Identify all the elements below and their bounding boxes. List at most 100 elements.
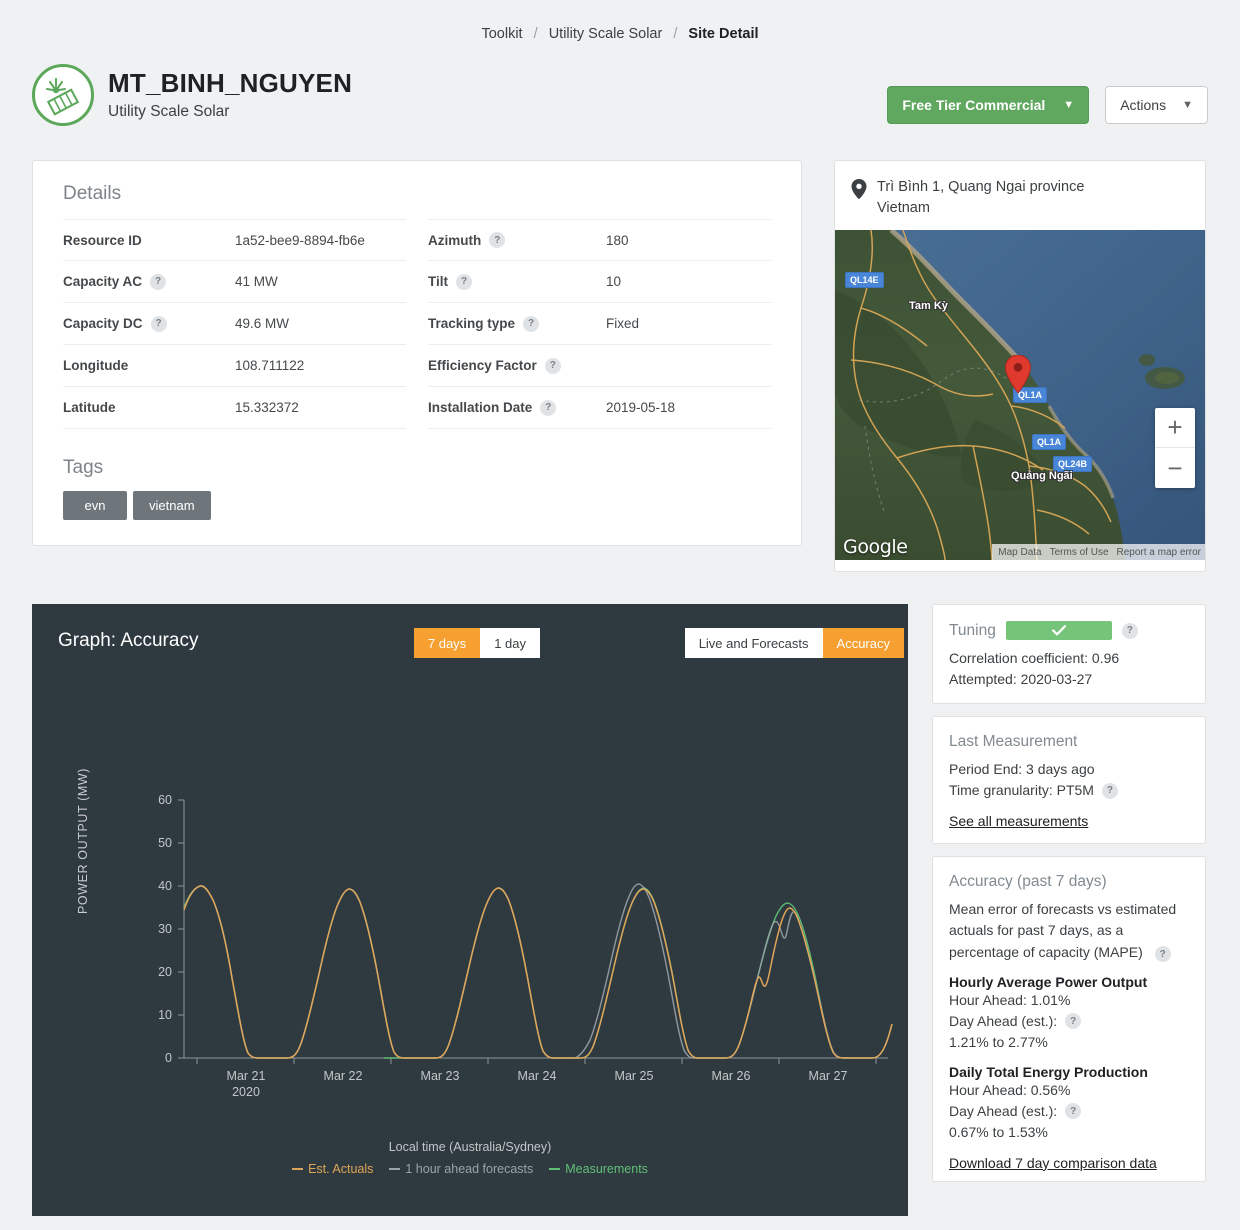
see-all-measurements-link[interactable]: See all measurements xyxy=(949,813,1088,829)
accuracy-section-hourly-title: Hourly Average Power Output xyxy=(949,973,1148,990)
map-address: Trì Bình 1, Quang Ngai province Vietnam xyxy=(877,177,1084,218)
detail-label: Capacity AC xyxy=(63,274,143,289)
detail-label: Capacity DC xyxy=(63,316,143,331)
help-icon[interactable]: ? xyxy=(1065,1103,1082,1120)
tuning-status-badge xyxy=(1005,621,1112,640)
accuracy-daily-day-ahead-row: Day Ahead (est.): ? xyxy=(949,1101,1189,1122)
detail-value: 1a52-bee9-8894-fb6e xyxy=(235,232,365,248)
breadcrumb-item-toolkit[interactable]: Toolkit xyxy=(481,26,522,42)
chart-svg xyxy=(178,799,893,1064)
detail-row-efficiency-factor: Efficiency Factor? xyxy=(428,345,771,387)
map-attribution-report[interactable]: Report a map error xyxy=(1117,547,1201,558)
detail-row-capacity-dc: Capacity DC? 49.6 MW xyxy=(63,303,406,345)
accuracy-description-row: Mean error of forecasts vs estimated act… xyxy=(949,899,1189,963)
page-root: Toolkit / Utility Scale Solar / Site Det… xyxy=(0,0,1240,1230)
accuracy-hourly-day-ahead-row: Day Ahead (est.): ? xyxy=(949,1011,1189,1032)
help-icon[interactable]: ? xyxy=(523,315,540,332)
map-zoom-controls[interactable]: + − xyxy=(1155,408,1195,489)
help-icon[interactable]: ? xyxy=(1154,946,1171,963)
accuracy-description: Mean error of forecasts vs estimated act… xyxy=(949,901,1177,960)
map-site-marker[interactable] xyxy=(1004,354,1032,398)
legend-label: 1 hour ahead forecasts xyxy=(405,1162,534,1176)
help-icon[interactable]: ? xyxy=(1065,1013,1082,1030)
legend-item-measurements[interactable]: Measurements xyxy=(549,1162,648,1176)
accuracy-hourly-day-ahead-value: 1.21% to 2.77% xyxy=(949,1033,1048,1050)
breadcrumb-item-site-detail: Site Detail xyxy=(688,26,759,42)
legend-swatch xyxy=(292,1168,304,1170)
breadcrumb-separator: / xyxy=(673,26,678,42)
site-subtitle: Utility Scale Solar xyxy=(108,103,230,121)
map-attribution-terms[interactable]: Terms of Use xyxy=(1050,547,1109,558)
tag-item[interactable]: vietnam xyxy=(133,491,211,520)
tier-dropdown-button[interactable]: Free Tier Commercial ▼ xyxy=(887,86,1090,124)
mode-toggle-group: Live and Forecasts Accuracy xyxy=(684,628,904,658)
help-icon[interactable]: ? xyxy=(544,357,561,374)
tuning-panel: Tuning ? Correlation coefficient: 0.96 A… xyxy=(932,604,1206,704)
help-icon[interactable]: ? xyxy=(150,273,167,290)
map-zoom-in-button[interactable]: + xyxy=(1155,408,1195,449)
header-actions: Free Tier Commercial ▼ Actions ▼ xyxy=(887,86,1208,124)
detail-row-longitude: Longitude 108.711122 xyxy=(63,345,406,387)
map-canvas[interactable]: QL14E QL1A QL1A QL24B Tam Kỳ Quảng Ngãi … xyxy=(835,230,1205,561)
map-attribution: Map Data Terms of Use Report a map error xyxy=(992,544,1205,561)
tag-item[interactable]: evn xyxy=(63,491,127,520)
tags-list: evn vietnam xyxy=(33,479,801,520)
legend-swatch xyxy=(549,1168,561,1170)
toggle-7-days[interactable]: 7 days xyxy=(413,628,481,658)
last-measurement-title: Last Measurement xyxy=(949,733,1078,750)
detail-value: Fixed xyxy=(606,316,640,331)
detail-row-latitude: Latitude 15.332372 xyxy=(63,387,406,429)
help-icon[interactable]: ? xyxy=(456,273,472,290)
last-measurement-period-end: Period End: 3 days ago xyxy=(949,761,1095,777)
site-header: MT_BINH_NGUYEN Utility Scale Solar xyxy=(32,64,352,126)
x-tick-label: Mar 21 2020 xyxy=(227,1069,266,1099)
breadcrumb-item-utility-scale-solar[interactable]: Utility Scale Solar xyxy=(549,26,663,42)
toggle-accuracy[interactable]: Accuracy xyxy=(822,628,904,658)
tuning-title-row: Tuning ? xyxy=(949,621,1189,640)
details-column-left: Resource ID 1a52-bee9-8894-fb6e Capacity… xyxy=(63,219,406,429)
accuracy-title: Accuracy (past 7 days) xyxy=(949,873,1107,890)
actions-dropdown-label: Actions xyxy=(1120,97,1167,113)
last-measurement-panel: Last Measurement Period End: 3 days ago … xyxy=(932,716,1206,844)
x-tick-label: Mar 25 xyxy=(614,1069,654,1083)
x-tick-label: Mar 24 xyxy=(517,1069,557,1083)
download-comparison-data-link[interactable]: Download 7 day comparison data xyxy=(949,1155,1157,1171)
accuracy-hourly-hour-ahead: Hour Ahead: 1.01% xyxy=(949,991,1071,1008)
detail-row-tilt: Tilt? 10 xyxy=(428,261,771,303)
toggle-live-and-forecasts[interactable]: Live and Forecasts xyxy=(684,628,823,658)
site-title-block: MT_BINH_NGUYEN Utility Scale Solar xyxy=(108,67,353,122)
detail-value: 41 MW xyxy=(235,274,278,289)
details-card: Details Resource ID 1a52-bee9-8894-fb6e … xyxy=(32,160,802,546)
chevron-down-icon: ▼ xyxy=(1182,99,1193,111)
help-icon[interactable]: ? xyxy=(540,399,557,416)
help-icon[interactable]: ? xyxy=(1101,782,1118,799)
tuning-attempted: Attempted: 2020-03-27 xyxy=(949,671,1093,687)
detail-row-installation-date: Installation Date? 2019-05-18 xyxy=(428,387,771,429)
tuning-title: Tuning xyxy=(949,621,996,639)
detail-label: Longitude xyxy=(63,358,129,373)
page-title: MT_BINH_NGUYEN xyxy=(108,67,353,98)
help-icon[interactable]: ? xyxy=(150,315,167,332)
detail-row-tracking-type: Tracking type? Fixed xyxy=(428,303,771,345)
detail-label: Efficiency Factor xyxy=(428,358,537,373)
accuracy-daily-day-ahead-value: 0.67% to 1.53% xyxy=(949,1123,1048,1140)
legend-item-est-actuals[interactable]: Est. Actuals xyxy=(292,1162,373,1176)
help-icon[interactable]: ? xyxy=(489,232,506,248)
details-columns: Resource ID 1a52-bee9-8894-fb6e Capacity… xyxy=(33,205,801,429)
legend-item-hour-ahead-forecasts[interactable]: 1 hour ahead forecasts xyxy=(389,1162,533,1176)
help-icon[interactable]: ? xyxy=(1121,622,1138,639)
detail-label: Tracking type xyxy=(428,316,516,331)
detail-value: 15.332372 xyxy=(235,400,299,415)
map-city-label: Quảng Ngãi xyxy=(1011,470,1073,483)
last-measurement-granularity-row: Time granularity: PT5M ? xyxy=(949,780,1189,801)
detail-label: Installation Date xyxy=(428,400,533,415)
graph-header: Graph: Accuracy 7 days 1 day Live and Fo… xyxy=(32,604,908,674)
map-zoom-out-button[interactable]: − xyxy=(1155,448,1195,488)
map-address-line1: Trì Bình 1, Quang Ngai province xyxy=(877,179,1085,195)
toggle-1-day[interactable]: 1 day xyxy=(480,628,540,658)
detail-row-capacity-ac: Capacity AC? 41 MW xyxy=(63,261,406,303)
map-address-line2: Vietnam xyxy=(877,199,930,216)
google-logo: Google xyxy=(843,536,908,559)
breadcrumb-separator: / xyxy=(533,26,538,42)
actions-dropdown-button[interactable]: Actions ▼ xyxy=(1105,86,1208,124)
